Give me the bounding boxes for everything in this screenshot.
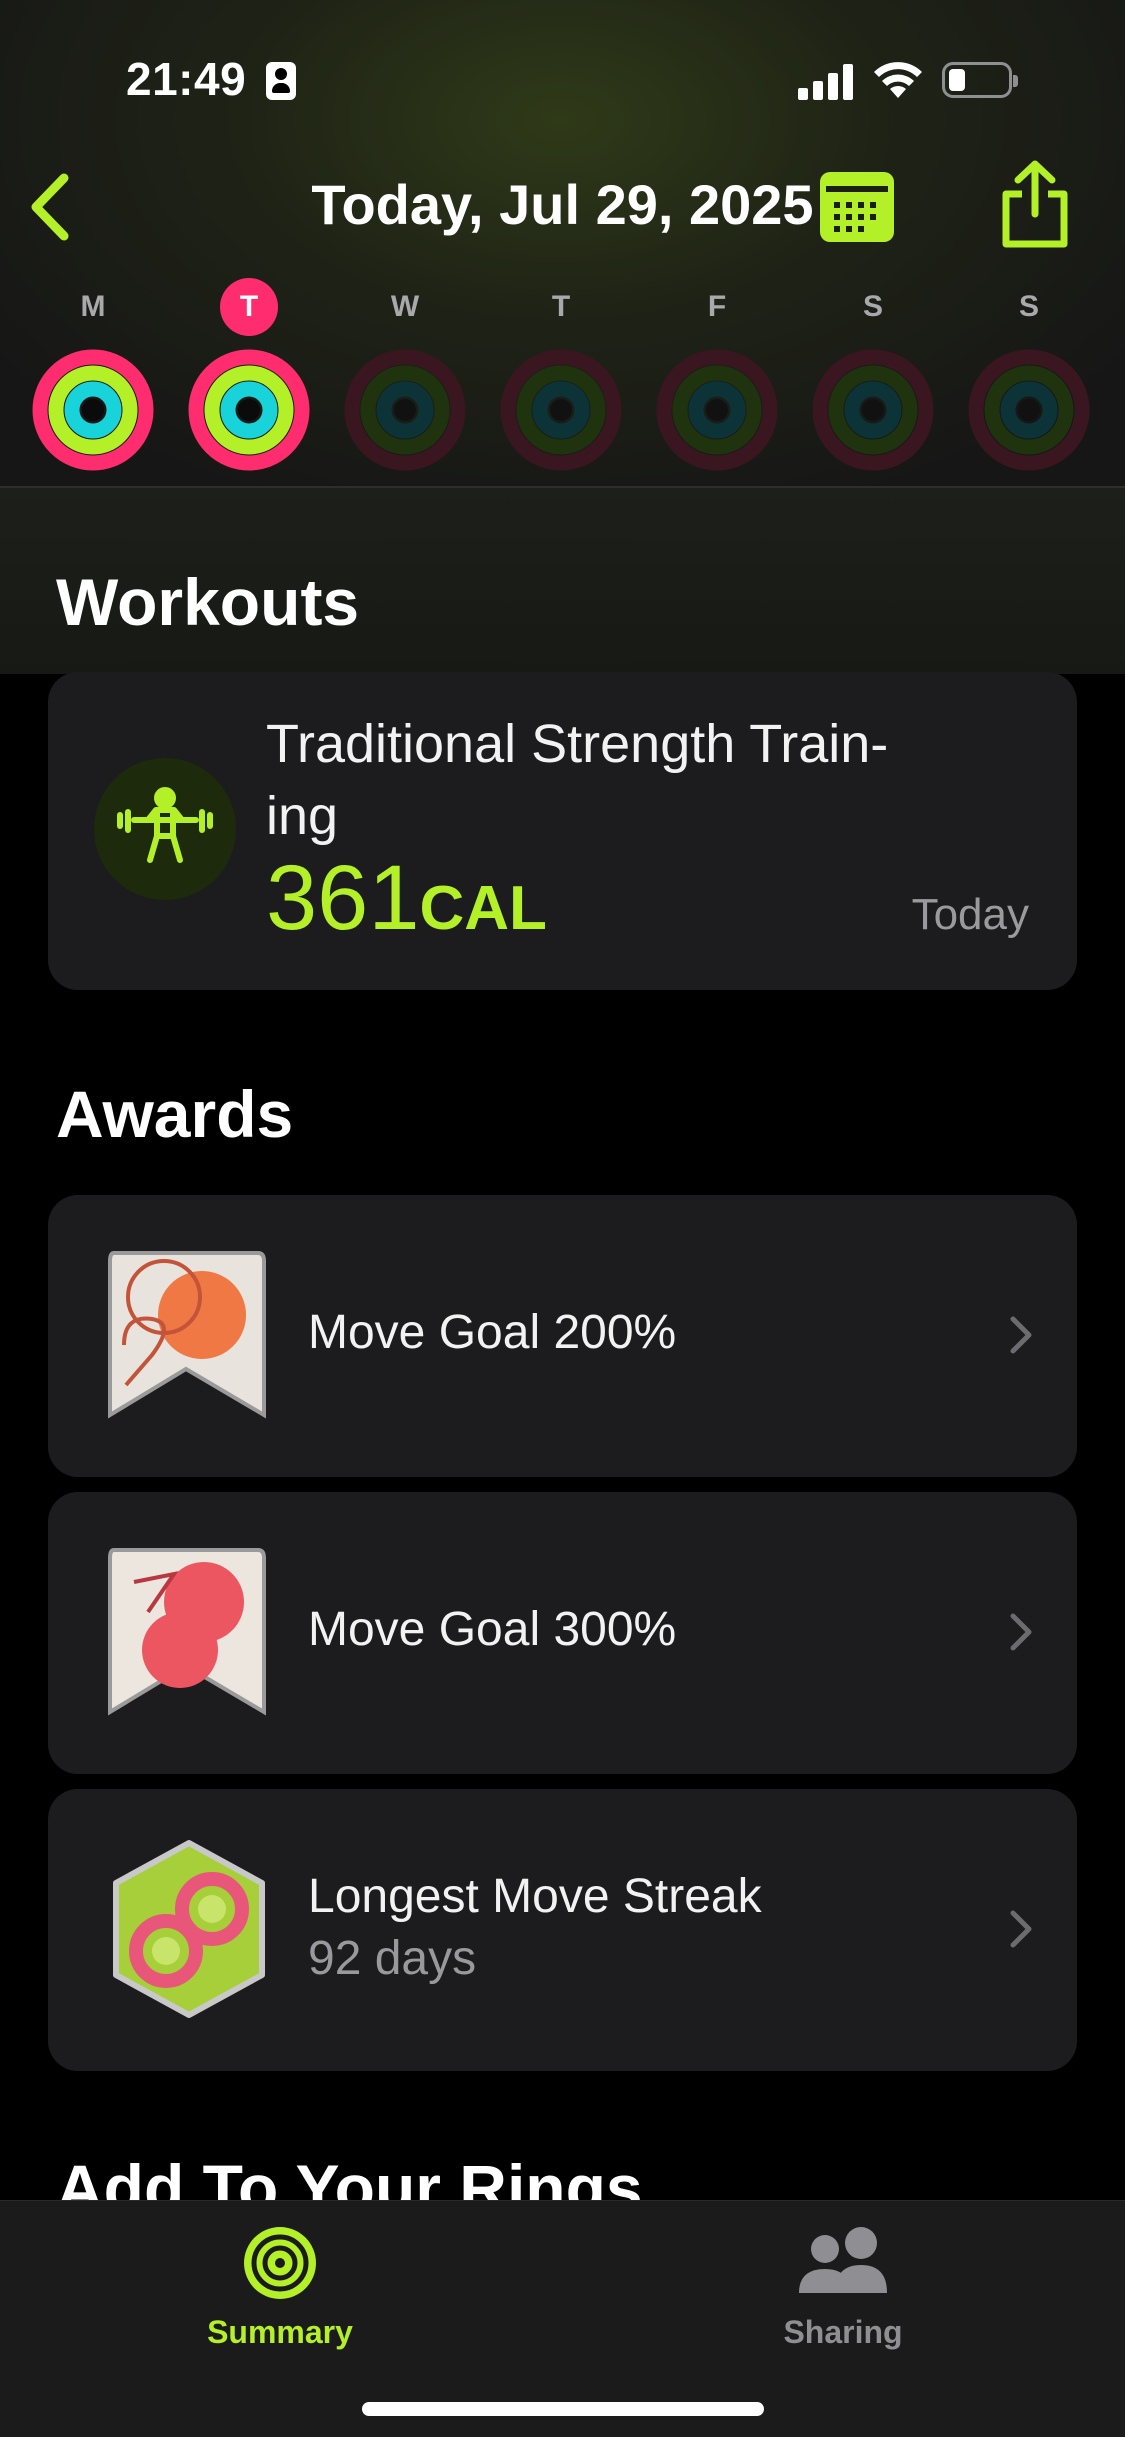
day-letter: S bbox=[1018, 290, 1039, 323]
chevron-right-icon bbox=[1010, 1613, 1032, 1651]
tab-sharing[interactable]: Sharing bbox=[693, 2223, 993, 2351]
workout-card[interactable]: Traditional Strength Train- ing 361CAL T… bbox=[48, 672, 1077, 990]
activity-rings-icon bbox=[500, 349, 622, 471]
activity-rings-icon bbox=[188, 349, 310, 471]
day-letter: W bbox=[390, 290, 420, 323]
day-letter: F bbox=[707, 290, 727, 323]
day-letter: M bbox=[80, 290, 106, 323]
workout-date: Today bbox=[911, 890, 1029, 939]
share-icon[interactable] bbox=[998, 158, 1072, 250]
strength-training-icon bbox=[94, 758, 236, 900]
cellular-signal-icon bbox=[798, 64, 854, 100]
day-5[interactable]: S bbox=[811, 278, 935, 472]
award-subtitle: 92 days bbox=[308, 1932, 477, 1985]
activity-rings-icon bbox=[968, 349, 1090, 471]
status-time: 21:49 bbox=[126, 53, 247, 105]
day-4[interactable]: F bbox=[655, 278, 779, 472]
people-icon bbox=[799, 2227, 887, 2293]
activity-rings-icon bbox=[344, 349, 466, 471]
battery-icon bbox=[942, 62, 1018, 98]
award-title: Move Goal 300% bbox=[308, 1603, 677, 1656]
activity-rings-icon bbox=[32, 349, 154, 471]
award-title: Longest Move Streak bbox=[308, 1870, 762, 1923]
award-card-move-goal-200[interactable]: Move Goal 200% bbox=[48, 1195, 1077, 1477]
chevron-right-icon bbox=[1010, 1316, 1032, 1354]
tab-summary[interactable]: Summary bbox=[130, 2223, 430, 2351]
awards-heading: Awards bbox=[56, 1077, 294, 1151]
workout-name-line2: ing bbox=[266, 786, 339, 846]
day-letter: T bbox=[220, 278, 278, 336]
tab-label-sharing: Sharing bbox=[783, 2314, 903, 2350]
move-goal-300-badge-icon bbox=[108, 1548, 266, 1716]
calendar-icon[interactable] bbox=[820, 172, 894, 242]
tab-label-summary: Summary bbox=[207, 2314, 353, 2350]
longest-move-streak-badge-icon bbox=[113, 1840, 265, 2018]
workout-name: Traditional Strength Train- ing bbox=[266, 708, 1026, 852]
activity-rings-icon bbox=[244, 2227, 316, 2299]
award-card-move-goal-300[interactable]: Move Goal 300% bbox=[48, 1492, 1077, 1774]
activity-rings-icon bbox=[812, 349, 934, 471]
day-6[interactable]: S bbox=[967, 278, 1091, 472]
workouts-heading: Workouts bbox=[56, 565, 360, 639]
day-letter: T bbox=[551, 290, 571, 323]
day-0[interactable]: M bbox=[31, 278, 155, 472]
award-card-longest-move-streak[interactable]: Longest Move Streak 92 days bbox=[48, 1789, 1077, 2071]
move-goal-200-badge-icon bbox=[108, 1251, 266, 1419]
contact-card-icon bbox=[266, 62, 296, 100]
day-3[interactable]: T bbox=[499, 278, 623, 472]
workout-calories: 361CAL bbox=[266, 846, 547, 951]
day-2[interactable]: W bbox=[343, 278, 467, 472]
chevron-right-icon bbox=[1010, 1910, 1032, 1948]
calories-unit: CAL bbox=[419, 874, 547, 943]
calories-value: 361 bbox=[266, 847, 420, 949]
day-1[interactable]: T bbox=[187, 278, 311, 472]
page-title[interactable]: Today, Jul 29, 2025 bbox=[0, 172, 1125, 237]
workout-name-line1: Traditional Strength Train- bbox=[266, 714, 889, 774]
activity-rings-icon bbox=[656, 349, 778, 471]
day-letter: S bbox=[862, 290, 883, 323]
home-indicator bbox=[362, 2402, 764, 2416]
wifi-icon bbox=[874, 62, 922, 98]
award-title: Move Goal 200% bbox=[308, 1306, 677, 1359]
